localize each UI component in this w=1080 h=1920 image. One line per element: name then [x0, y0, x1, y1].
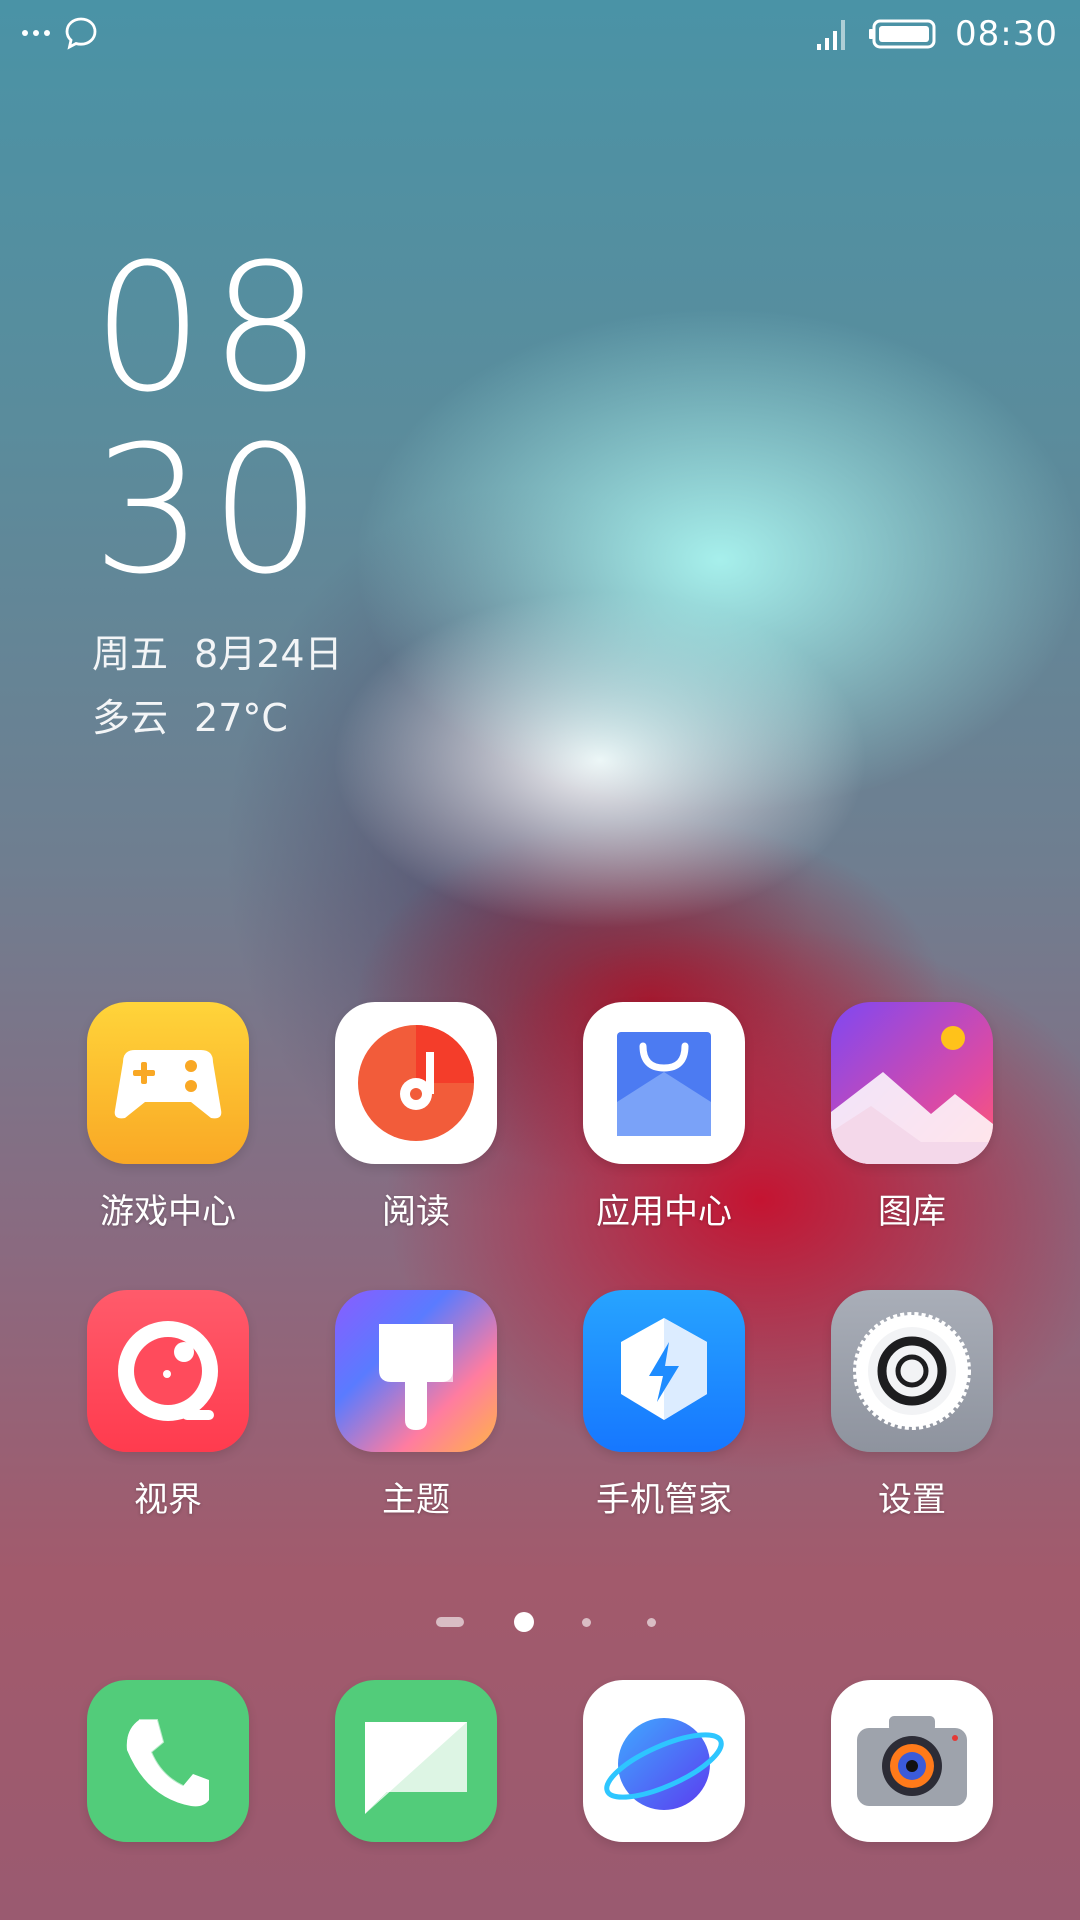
status-bar: 08:30 — [0, 0, 1080, 72]
status-time: 08:30 — [955, 14, 1058, 54]
dock-phone[interactable] — [44, 1680, 292, 1842]
messages-icon — [335, 1680, 497, 1842]
app-store-bag-icon — [583, 1002, 745, 1164]
app-phone-manager[interactable]: 手机管家 — [540, 1290, 788, 1521]
app-label: 视界 — [134, 1480, 202, 1520]
more-dots-icon — [22, 30, 50, 36]
signal-icon — [817, 20, 846, 50]
camera-icon — [831, 1680, 993, 1842]
theme-brush-icon — [335, 1290, 497, 1452]
dock-browser[interactable] — [540, 1680, 788, 1842]
page-indicator[interactable] — [0, 1612, 1080, 1632]
app-label: 游戏中心 — [100, 1192, 236, 1232]
weekday: 周五 — [92, 632, 169, 676]
battery-icon — [869, 19, 936, 49]
settings-gear-icon — [831, 1290, 993, 1452]
temperature: 27°C — [194, 696, 288, 740]
video-lens-icon — [87, 1290, 249, 1452]
page-dot[interactable] — [647, 1618, 656, 1627]
weather: 多云 — [92, 696, 169, 740]
page-dot-active[interactable] — [514, 1612, 534, 1632]
clock-widget[interactable]: 08 30 周五 8月24日 多云 27°C — [92, 238, 369, 750]
dock-messages[interactable] — [292, 1680, 540, 1842]
app-vision[interactable]: 视界 — [44, 1290, 292, 1521]
clock-hour: 08 — [92, 226, 328, 431]
page-dot[interactable] — [582, 1618, 591, 1627]
date: 8月24日 — [194, 632, 343, 676]
app-settings[interactable]: 设置 — [788, 1290, 1036, 1521]
app-label: 图库 — [878, 1192, 946, 1232]
phone-manager-shield-icon — [583, 1290, 745, 1452]
app-label: 应用中心 — [596, 1192, 732, 1232]
reading-icon — [335, 1002, 497, 1164]
gallery-icon — [831, 1002, 993, 1164]
app-gallery[interactable]: 图库 — [788, 1002, 1036, 1233]
app-label: 主题 — [382, 1480, 450, 1520]
app-label: 阅读 — [382, 1192, 450, 1232]
app-store[interactable]: 应用中心 — [540, 1002, 788, 1233]
clock-minute: 30 — [92, 408, 328, 613]
gamepad-icon — [87, 1002, 249, 1164]
page-dot-search[interactable] — [436, 1617, 464, 1627]
phone-icon — [87, 1680, 249, 1842]
app-theme[interactable]: 主题 — [292, 1290, 540, 1521]
dock — [0, 1680, 1080, 1842]
app-reading[interactable]: 阅读 — [292, 1002, 540, 1233]
app-game-center[interactable]: 游戏中心 — [44, 1002, 292, 1233]
browser-planet-icon — [583, 1680, 745, 1842]
message-bubble-icon — [65, 17, 97, 50]
app-label: 手机管家 — [596, 1480, 732, 1520]
app-label: 设置 — [878, 1480, 946, 1520]
dock-camera[interactable] — [788, 1680, 1036, 1842]
